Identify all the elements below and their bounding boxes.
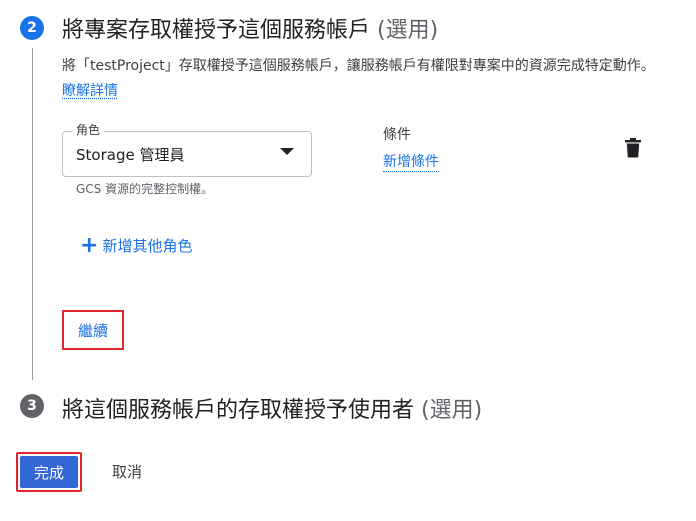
done-button[interactable]: 完成: [16, 452, 82, 492]
add-condition-link[interactable]: 新增條件: [383, 153, 439, 172]
add-role-label: 新增其他角色: [102, 237, 193, 255]
step-3-title[interactable]: 將這個服務帳戶的存取權授予使用者 (選用): [62, 392, 482, 424]
condition-label: 條件: [383, 127, 411, 143]
step-3-title-text: 將這個服務帳戶的存取權授予使用者: [62, 398, 415, 423]
step-connector-line: [32, 48, 33, 380]
done-button-label: 完成: [20, 456, 78, 488]
role-select-value[interactable]: Storage 管理員: [76, 144, 184, 165]
trash-icon[interactable]: [625, 138, 641, 158]
description-text: 將「testProject」存取權授予這個服務帳戶，讓服務帳戶有權限對專案中的資…: [62, 58, 655, 74]
step-2-badge: 2: [20, 16, 44, 40]
step-2-title: 將專案存取權授予這個服務帳戶 (選用): [62, 12, 438, 44]
add-role-button[interactable]: + 新增其他角色: [80, 232, 193, 258]
plus-icon: +: [80, 232, 99, 258]
step-2-optional: (選用): [377, 18, 439, 43]
cancel-button[interactable]: 取消: [112, 461, 142, 482]
continue-button[interactable]: 繼續: [62, 310, 124, 350]
role-select-label: 角色: [72, 121, 105, 138]
step-2-title-text: 將專案存取權授予這個服務帳戶: [62, 18, 371, 43]
role-hint: GCS 資源的完整控制權。: [76, 182, 214, 196]
step-3-badge: 3: [20, 394, 44, 418]
learn-more-link[interactable]: 瞭解詳情: [62, 83, 118, 99]
step-3-optional: (選用): [421, 398, 483, 423]
step-2-description: 將「testProject」存取權授予這個服務帳戶，讓服務帳戶有權限對專案中的資…: [62, 54, 662, 104]
caret-down-icon[interactable]: [280, 148, 294, 155]
